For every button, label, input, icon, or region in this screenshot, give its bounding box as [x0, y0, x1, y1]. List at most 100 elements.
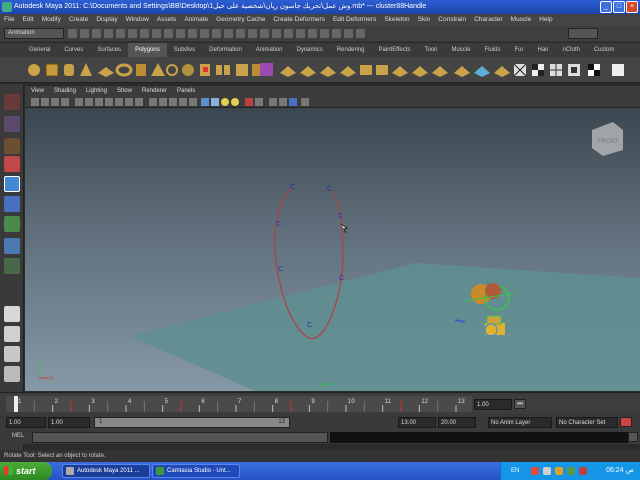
panel-menu-item[interactable]: Renderer: [142, 86, 167, 96]
menu-item[interactable]: Constrain: [438, 14, 466, 26]
xray-joints-icon[interactable]: [255, 98, 263, 106]
bookmarks-icon[interactable]: [51, 98, 59, 106]
recording-icon[interactable]: [579, 467, 587, 475]
poke-icon[interactable]: [454, 66, 470, 77]
safe-action-icon[interactable]: [125, 98, 133, 106]
menu-item[interactable]: Modify: [42, 14, 61, 26]
shelf-tab[interactable]: Custom: [587, 43, 622, 57]
shelf-tab[interactable]: Deformation: [202, 43, 249, 57]
split-polygon-icon[interactable]: [340, 66, 356, 77]
menu-item[interactable]: Create Deformers: [273, 14, 325, 26]
range-slider[interactable]: 1 13: [94, 417, 290, 428]
highlight-selection-icon[interactable]: [236, 29, 245, 38]
panel-menu-item[interactable]: Panels: [177, 86, 195, 96]
shelf-tab[interactable]: Animation: [249, 43, 290, 57]
menu-item[interactable]: Animate: [184, 14, 208, 26]
layout-two-icon[interactable]: [4, 346, 20, 362]
render-icon[interactable]: [320, 29, 329, 38]
append-icon[interactable]: [320, 66, 336, 77]
cv-point[interactable]: C: [338, 213, 343, 220]
cv-point[interactable]: C: [276, 221, 281, 228]
minimize-button[interactable]: _: [600, 1, 612, 13]
select-component-icon[interactable]: [128, 29, 137, 38]
mask-handles-icon[interactable]: [140, 29, 149, 38]
poly-cone-icon[interactable]: [80, 63, 92, 76]
bool-union-icon[interactable]: [260, 63, 273, 76]
poly-helix-icon[interactable]: [182, 64, 194, 76]
menu-item[interactable]: Edit: [22, 14, 33, 26]
time-slider[interactable]: 12345678910111213 1.00 ⏮ |◀ ◀| ◀ ▶ |▶ ▶|…: [0, 392, 640, 414]
end-time-field[interactable]: 20.00: [438, 417, 476, 428]
field-chart-icon[interactable]: [115, 98, 123, 106]
make-live-icon[interactable]: [296, 29, 305, 38]
checker-icon[interactable]: [588, 64, 600, 76]
mask-deformers-icon[interactable]: [188, 29, 197, 38]
new-scene-icon[interactable]: [68, 29, 77, 38]
command-input[interactable]: [32, 432, 328, 443]
volume-icon[interactable]: [567, 467, 575, 475]
mask-curves-icon[interactable]: [164, 29, 173, 38]
shelf-tab[interactable]: nCloth: [556, 43, 587, 57]
open-scene-icon[interactable]: [80, 29, 89, 38]
mask-rendering-icon[interactable]: [212, 29, 221, 38]
camera-attributes-icon[interactable]: [41, 98, 49, 106]
shelf-tab[interactable]: Subdivs: [167, 43, 202, 57]
taskbar-item-camtasia[interactable]: Camtasia Studio - Unt...: [152, 464, 240, 478]
wedge-icon[interactable]: [474, 66, 490, 77]
film-gate-icon[interactable]: [85, 98, 93, 106]
panel-menu-item[interactable]: Lighting: [86, 86, 107, 96]
language-indicator[interactable]: EN: [511, 462, 519, 480]
shadows-icon[interactable]: [221, 98, 229, 106]
spherical-map-icon[interactable]: [550, 64, 562, 76]
cv-point[interactable]: C: [327, 186, 332, 193]
menu-item[interactable]: Character: [474, 14, 503, 26]
select-hierarchy-icon[interactable]: [104, 29, 113, 38]
cv-point[interactable]: C: [339, 275, 344, 282]
select-object-icon[interactable]: [116, 29, 125, 38]
menu-item[interactable]: Geometry Cache: [216, 14, 265, 26]
start-time-field[interactable]: 1.00: [6, 417, 46, 428]
smooth-shade-icon[interactable]: [159, 98, 167, 106]
input-field[interactable]: [568, 28, 598, 39]
ipr-render-icon[interactable]: [332, 29, 341, 38]
uv-layout-icon[interactable]: [494, 66, 510, 77]
combine-icon[interactable]: [200, 64, 210, 76]
lock-selection-icon[interactable]: [224, 29, 233, 38]
go-to-end-button[interactable]: ⏭: [514, 399, 526, 409]
current-time-indicator[interactable]: [14, 396, 18, 412]
extrude-icon[interactable]: [280, 66, 296, 77]
shelf-tab[interactable]: Toon: [417, 43, 444, 57]
separate-icon[interactable]: [216, 65, 230, 75]
high-quality-icon[interactable]: [231, 98, 239, 106]
default-light-icon[interactable]: [201, 98, 209, 106]
frame-selection-icon[interactable]: [279, 98, 287, 106]
network-icon[interactable]: [543, 467, 551, 475]
maximize-button[interactable]: □: [613, 1, 625, 13]
close-button[interactable]: ×: [626, 1, 638, 13]
save-scene-icon[interactable]: [92, 29, 101, 38]
poly-cube-icon[interactable]: [45, 63, 59, 77]
shelf-tab[interactable]: Curves: [57, 43, 90, 57]
manipulator-icon[interactable]: [4, 216, 20, 232]
menu-item[interactable]: File: [4, 14, 14, 26]
shelf-tab[interactable]: Fluids: [477, 43, 507, 57]
snap-plane-icon[interactable]: [284, 29, 293, 38]
planar-map-icon[interactable]: [513, 63, 527, 77]
shelf-tab[interactable]: Dynamics: [289, 43, 329, 57]
mask-dynamics-icon[interactable]: [200, 29, 209, 38]
safe-title-icon[interactable]: [135, 98, 143, 106]
lasso-icon[interactable]: [4, 116, 20, 132]
cylindrical-map-icon[interactable]: [532, 64, 544, 76]
panel-menu-item[interactable]: Show: [117, 86, 132, 96]
auto-key-button[interactable]: [620, 417, 632, 427]
menu-item[interactable]: Assets: [157, 14, 177, 26]
tray-icon[interactable]: [531, 467, 539, 475]
frame-all-icon[interactable]: [269, 98, 277, 106]
poly-sphere-icon[interactable]: [28, 64, 40, 76]
snap-curve-icon[interactable]: [260, 29, 269, 38]
security-icon[interactable]: [555, 467, 563, 475]
anim-start-field[interactable]: 1.00: [48, 417, 90, 428]
all-lights-icon[interactable]: [211, 98, 219, 106]
xray-icon[interactable]: [179, 98, 187, 106]
render-settings-icon[interactable]: [344, 29, 353, 38]
